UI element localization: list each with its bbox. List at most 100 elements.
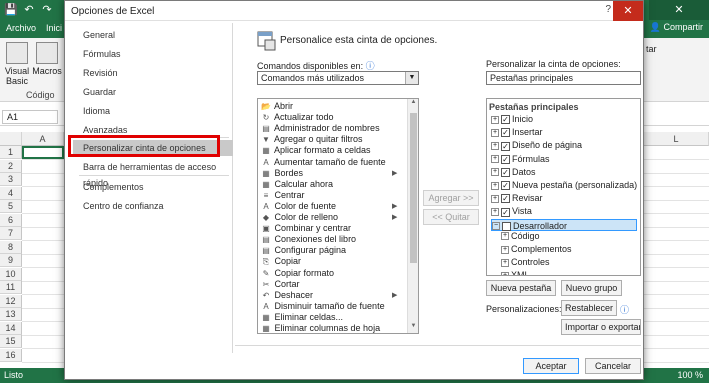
window-close-icon[interactable]: ✕ [649,0,709,20]
expand-icon[interactable]: + [491,128,499,137]
list-item[interactable]: ▦ Eliminar celdas... [260,312,343,323]
import-export-button[interactable]: Importar o exportar ▾ [561,319,641,335]
checkbox[interactable]: ✓ [501,141,510,151]
row-header[interactable]: 14 [0,321,22,335]
list-item[interactable]: ▤ Administrador de nombres [260,123,379,134]
nav-general[interactable]: General [73,27,233,43]
expand-icon[interactable]: + [501,232,509,241]
list-item[interactable]: ▦ Bordes ▶ [260,168,397,179]
tree-child-item[interactable]: + Controles [501,256,550,268]
save-icon[interactable]: 💾 [4,3,18,17]
new-group-button[interactable]: Nuevo grupo [561,280,622,296]
checkbox[interactable]: ✓ [501,194,510,204]
tree-child-item[interactable]: + Código [501,230,540,242]
row-header[interactable]: 10 [0,267,22,281]
row-header[interactable]: 3 [0,173,22,186]
question-icon[interactable]: ? [605,4,611,15]
nav-centro-confianza[interactable]: Centro de confianza [73,198,233,214]
tree-item[interactable]: + ✓ Insertar [491,126,543,138]
list-item[interactable]: ↶ Deshacer ▶ [260,290,398,301]
expand-icon[interactable]: + [491,181,499,190]
collapse-icon[interactable]: − [492,222,500,231]
tree-item[interactable]: − Desarrollador [491,218,637,231]
add-button[interactable]: Agregar >> [423,190,479,206]
nav-idioma[interactable]: Idioma [73,103,233,119]
zoom-level[interactable]: 100 % [677,370,703,380]
list-item[interactable]: ≡ Centrar [260,190,305,201]
row-header[interactable]: 2 [0,159,22,173]
expand-icon[interactable]: + [491,115,499,124]
list-item[interactable]: 📂 Abrir [260,101,293,112]
close-icon[interactable]: ✕ [613,1,643,21]
checkbox[interactable]: ✓ [501,128,510,138]
redo-icon[interactable]: ↷ [40,3,54,17]
commands-scrollbar[interactable]: ▲ ▼ [407,99,418,333]
expand-icon[interactable]: + [501,245,509,254]
list-item[interactable]: ▣ Combinar y centrar [260,223,351,234]
list-item[interactable]: ↻ Actualizar todo [260,112,334,123]
expand-icon[interactable]: + [491,208,499,217]
column-header-l[interactable]: L [644,132,709,146]
undo-icon[interactable]: ↶ [22,3,36,17]
row-header[interactable]: 9 [0,254,22,267]
tree-item[interactable]: + ✓ Diseño de página [491,139,582,151]
row-header[interactable]: 7 [0,227,22,240]
expand-icon[interactable]: + [491,142,499,151]
row-header[interactable]: 5 [0,200,22,213]
visual-basic-button[interactable]: Visual Basic [4,42,30,86]
remove-button[interactable]: << Quitar [423,209,479,225]
row-header[interactable]: 11 [0,281,22,294]
checkbox[interactable]: ✓ [501,154,510,164]
list-item[interactable]: ▦ Eliminar columnas de hoja [260,323,380,333]
nav-barra-acceso-rapido[interactable]: Barra de herramientas de acceso rápido [73,159,233,188]
ok-button[interactable]: Aceptar [523,358,579,374]
expand-icon[interactable]: + [491,155,499,164]
expand-icon[interactable]: + [501,258,509,267]
tree-child-item[interactable]: + XML [501,269,530,275]
select-all-corner[interactable] [0,132,22,146]
list-item[interactable]: ✂ Cortar [260,279,300,290]
list-item[interactable]: ▤ Configurar página [260,245,346,256]
expand-icon[interactable]: + [491,168,499,177]
active-cell[interactable] [22,146,64,159]
list-item[interactable]: A Aumentar tamaño de fuente [260,157,385,168]
row-header[interactable]: 6 [0,213,22,227]
list-item[interactable]: A Color de fuente ▶ [260,201,397,212]
checkbox[interactable]: ✓ [501,181,510,191]
nav-guardar[interactable]: Guardar [73,84,233,100]
tree-item[interactable]: + ✓ Datos [491,166,536,178]
macros-button[interactable]: Macros [32,42,62,76]
row-header[interactable]: 15 [0,335,22,348]
tab-inicio[interactable]: Inici [46,23,62,33]
nav-formulas[interactable]: Fórmulas [73,46,233,62]
list-item[interactable]: ⎘ Copiar [260,256,301,267]
list-item[interactable]: ▤ Conexiones del libro [260,234,356,245]
nav-complementos[interactable]: Complementos [73,179,233,195]
checkbox[interactable]: ✓ [501,207,510,217]
share-button[interactable]: 👤 Compartir [650,22,703,33]
ribbon-tabs-select[interactable]: Pestañas principales [486,71,641,85]
tree-item[interactable]: + ✓ Revisar [491,192,543,204]
tab-archivo[interactable]: Archivo [6,23,36,33]
tree-item[interactable]: + ✓ Vista [491,205,532,217]
column-header-a[interactable]: A [22,132,64,146]
list-item[interactable]: ◆ Color de relleno ▶ [260,212,397,223]
reset-button[interactable]: Restablecer ▾ [561,300,617,327]
ribbon-tree[interactable]: Pestañas principales + ✓ Inicio + ✓ Insertar +… [486,98,641,276]
row-header[interactable]: 16 [0,348,22,362]
commands-source-select[interactable]: Comandos más utilizados ▼ [257,71,419,85]
nav-revision[interactable]: Revisión [73,65,233,81]
list-item[interactable]: A Disminuir tamaño de fuente [260,301,384,312]
tree-child-item[interactable]: + Complementos [501,243,572,255]
expand-icon[interactable]: + [501,272,509,275]
tree-item[interactable]: + ✓ Nueva pestaña (personalizada) [491,179,637,191]
row-header[interactable]: 1 [0,146,22,159]
row-header[interactable]: 12 [0,294,22,308]
tree-item[interactable]: + ✓ Inicio [491,113,533,125]
expand-icon[interactable]: + [491,194,499,203]
list-item[interactable]: ▼ Agregar o quitar filtros [260,134,363,145]
row-header[interactable]: 13 [0,308,22,321]
new-tab-button[interactable]: Nueva pestaña [486,280,556,296]
list-item[interactable]: ▦ Calcular ahora [260,179,333,190]
checkbox[interactable]: ✓ [501,115,510,125]
